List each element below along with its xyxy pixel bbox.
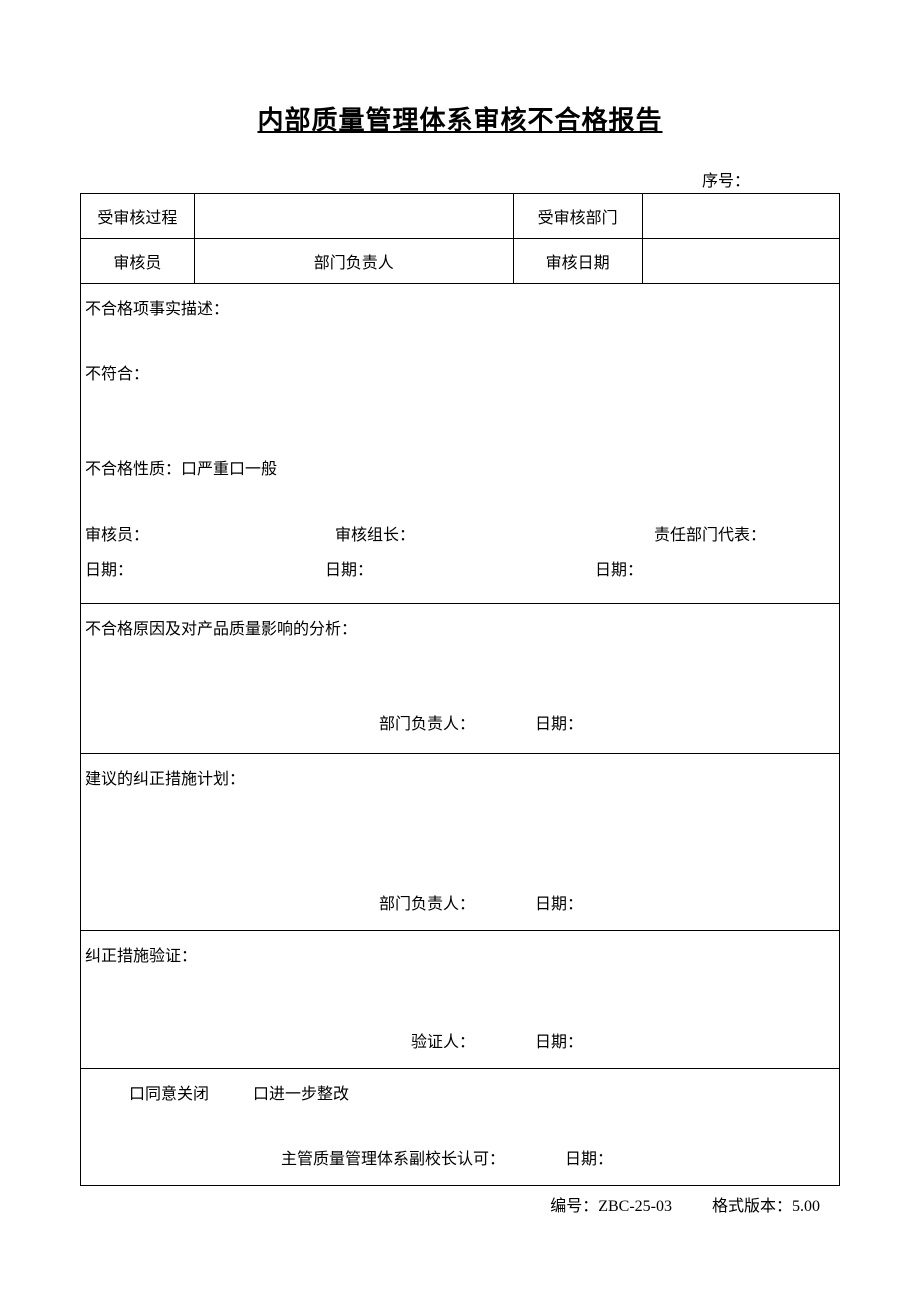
nonconform-label: 不符合：: [85, 357, 835, 392]
approve-date: 日期：: [535, 1142, 835, 1177]
label-audited-process: 受审核过程: [81, 194, 195, 239]
description-block[interactable]: 不合格项事实描述： 不符合： 不合格性质：口严重口一般 审核员： 审核组长： 责…: [81, 284, 840, 604]
label-dept-head: 部门负责人: [194, 239, 513, 284]
cause-block[interactable]: 不合格原因及对产品质量影响的分析： 部门负责人： 日期：: [81, 604, 840, 754]
footer-ver-value: 5.00: [792, 1198, 820, 1215]
form-table: 受审核过程 受审核部门 审核员 部门负责人 审核日期 不合格项事实描述： 不符合…: [80, 193, 840, 1186]
verify-block[interactable]: 纠正措施验证： 验证人： 日期：: [81, 931, 840, 1068]
cause-label: 不合格原因及对产品质量影响的分析：: [85, 612, 835, 647]
nature-label: 不合格性质：口严重口一般: [85, 452, 835, 487]
verify-sig-verifier: 验证人：: [85, 1025, 535, 1060]
value-audit-date[interactable]: [642, 239, 839, 284]
date-2: 日期：: [325, 553, 565, 588]
footer-ver-label: 格式版本：: [712, 1198, 792, 1215]
verify-date: 日期：: [535, 1025, 835, 1060]
label-auditor: 审核员: [81, 239, 195, 284]
footer-code: 编号：ZBC-25-03: [550, 1192, 672, 1216]
opt-agree-close: 口同意关闭: [129, 1086, 209, 1103]
form-page: 内部质量管理体系审核不合格报告 序号： 受审核过程 受审核部门 审核员 部门负责…: [0, 0, 920, 1216]
plan-label: 建议的纠正措施计划：: [85, 762, 835, 797]
closure-block[interactable]: 口同意关闭 口进一步整改 主管质量管理体系副校长认可： 日期：: [81, 1068, 840, 1185]
verify-label: 纠正措施验证：: [85, 939, 835, 974]
plan-sig-dept-head: 部门负责人：: [85, 887, 535, 922]
row-closure: 口同意关闭 口进一步整改 主管质量管理体系副校长认可： 日期：: [81, 1068, 840, 1185]
sig-audit-leader: 审核组长：: [335, 518, 585, 553]
approve-label: 主管质量管理体系副校长认可：: [85, 1142, 535, 1177]
footer-code-label: 编号：: [550, 1198, 598, 1215]
fact-label: 不合格项事实描述：: [85, 292, 835, 327]
plan-block[interactable]: 建议的纠正措施计划： 部门负责人： 日期：: [81, 754, 840, 931]
row-auditor: 审核员 部门负责人 审核日期: [81, 239, 840, 284]
row-verification: 纠正措施验证： 验证人： 日期：: [81, 931, 840, 1068]
value-audited-dept[interactable]: [642, 194, 839, 239]
date-3: 日期：: [565, 553, 835, 588]
sequence-label: 序号：: [80, 167, 840, 191]
plan-date: 日期：: [535, 887, 835, 922]
page-title: 内部质量管理体系审核不合格报告: [80, 100, 840, 137]
row-corrective-plan: 建议的纠正措施计划： 部门负责人： 日期：: [81, 754, 840, 931]
sig-dept-rep: 责任部门代表：: [585, 518, 835, 553]
label-audit-date: 审核日期: [513, 239, 642, 284]
sig-auditor: 审核员：: [85, 518, 335, 553]
opt-further-rectify: 口进一步整改: [253, 1086, 349, 1103]
row-description: 不合格项事实描述： 不符合： 不合格性质：口严重口一般 审核员： 审核组长： 责…: [81, 284, 840, 604]
date-1: 日期：: [85, 553, 325, 588]
row-audited-process: 受审核过程 受审核部门: [81, 194, 840, 239]
row-cause-analysis: 不合格原因及对产品质量影响的分析： 部门负责人： 日期：: [81, 604, 840, 754]
cause-date: 日期：: [535, 707, 835, 742]
value-audited-process[interactable]: [194, 194, 513, 239]
footer-version: 格式版本：5.00: [712, 1192, 820, 1216]
label-audited-dept: 受审核部门: [513, 194, 642, 239]
footer-code-value: ZBC-25-03: [598, 1198, 672, 1215]
cause-sig-dept-head: 部门负责人：: [85, 707, 535, 742]
footer: 编号：ZBC-25-03 格式版本：5.00: [80, 1192, 840, 1216]
